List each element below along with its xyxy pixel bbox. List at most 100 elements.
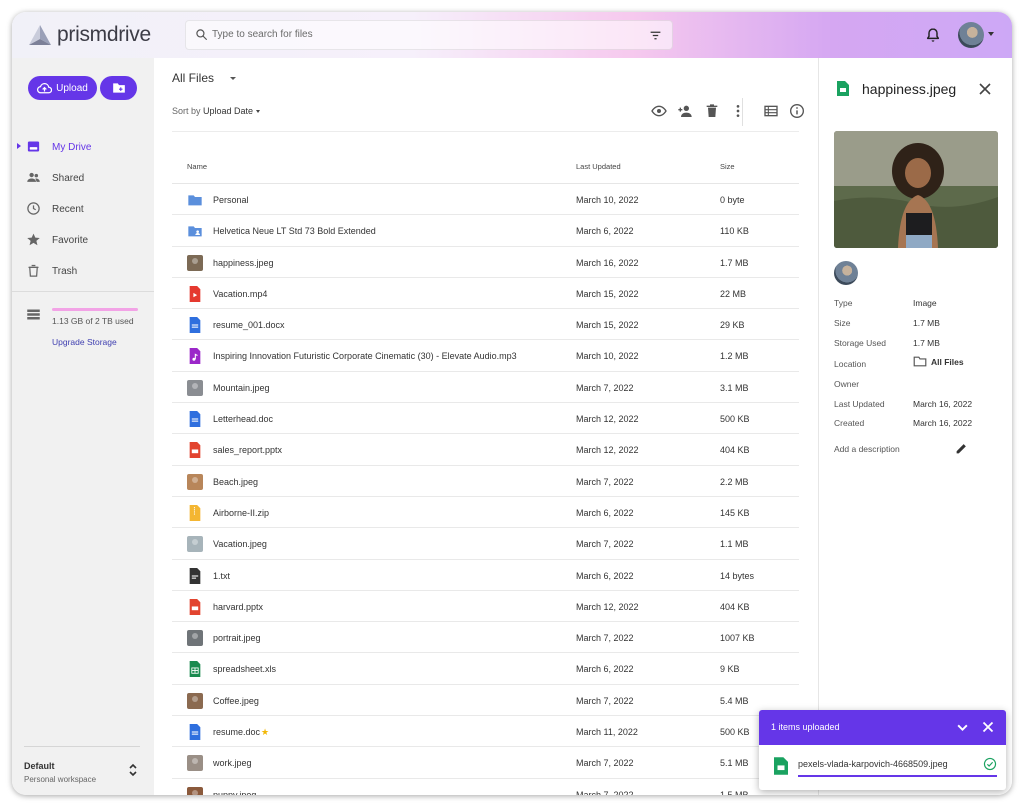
- info-icon[interactable]: [789, 103, 805, 119]
- file-name-text: portrait.jpeg: [213, 633, 261, 644]
- sidebar-item-label: Recent: [52, 204, 84, 215]
- file-name-text: Coffee.jpeg: [213, 695, 259, 706]
- column-header-size[interactable]: Size: [720, 162, 735, 171]
- chevron-down-icon[interactable]: [956, 721, 969, 734]
- image-thumbnail-icon: [187, 630, 203, 647]
- table-row[interactable]: 1.txt March 6, 2022 14 bytes: [172, 560, 799, 591]
- image-thumbnail-icon: [187, 692, 203, 709]
- search-bar[interactable]: Type to search for files: [185, 20, 673, 50]
- detail-value-last-updated: March 16, 2022: [913, 399, 973, 409]
- table-row[interactable]: Vacation.mp4 March 15, 2022 22 MB: [172, 278, 799, 310]
- search-input[interactable]: Type to search for files: [212, 29, 313, 40]
- file-name: Vacation.mp4: [213, 289, 267, 299]
- table-header: Name Last Updated Size: [172, 152, 799, 184]
- ppt-file-icon: [187, 442, 203, 459]
- sidebar: Upload My Drive Shared Recent Favorite T…: [12, 58, 154, 795]
- file-name-text: Mountain.jpeg: [213, 382, 270, 393]
- table-row[interactable]: Personal March 10, 2022 0 byte: [172, 184, 799, 216]
- file-name: Mountain.jpeg: [213, 383, 270, 393]
- table-row[interactable]: resume.doc★ March 11, 2022 500 KB: [172, 716, 799, 748]
- table-row[interactable]: resume_001.docx March 15, 2022 29 KB: [172, 309, 799, 341]
- workspace-name[interactable]: Default: [24, 761, 55, 771]
- table-row[interactable]: Mountain.jpeg March 7, 2022 3.1 MB: [172, 372, 799, 404]
- sidebar-item-favorite[interactable]: Favorite: [12, 227, 154, 253]
- table-row[interactable]: Inspiring Innovation Futuristic Corporat…: [172, 340, 799, 372]
- upload-button[interactable]: Upload: [28, 76, 97, 100]
- sidebar-item-trash[interactable]: Trash: [12, 258, 154, 284]
- close-icon[interactable]: [979, 83, 991, 95]
- file-name-text: spreadsheet.xls: [213, 664, 277, 675]
- description-input[interactable]: Add a description: [834, 444, 900, 454]
- sort-control[interactable]: Sort by Upload Date: [172, 106, 261, 116]
- table-row[interactable]: harvard.pptx March 12, 2022 404 KB: [172, 591, 799, 623]
- file-name: happiness.jpeg: [213, 258, 274, 268]
- image-preview[interactable]: [834, 131, 998, 248]
- file-name: Beach.jpeg: [213, 477, 258, 487]
- top-bar: prismdrive Type to search for files: [12, 12, 1012, 58]
- new-folder-button[interactable]: [100, 76, 137, 100]
- more-vert-icon[interactable]: [730, 103, 746, 119]
- list-view-icon[interactable]: [763, 103, 779, 119]
- sidebar-item-recent[interactable]: Recent: [12, 196, 154, 222]
- doc-file-icon: [187, 724, 203, 741]
- sidebar-item-shared[interactable]: Shared: [12, 165, 154, 191]
- file-size: 500 KB: [720, 727, 750, 738]
- chevron-down-icon[interactable]: [256, 110, 261, 114]
- file-size: 5.4 MB: [720, 695, 749, 706]
- sort-value[interactable]: Upload Date: [203, 106, 253, 116]
- table-row[interactable]: sales_report.pptx March 12, 2022 404 KB: [172, 434, 799, 466]
- column-header-name[interactable]: Name: [187, 162, 207, 171]
- chevron-down-icon[interactable]: [230, 77, 236, 80]
- file-last-updated: March 6, 2022: [576, 507, 634, 518]
- trash-icon[interactable]: [704, 103, 720, 119]
- table-row[interactable]: work.jpeg March 7, 2022 5.1 MB: [172, 747, 799, 779]
- file-name: sales_report.pptx: [213, 445, 282, 455]
- table-row[interactable]: spreadsheet.xls March 6, 2022 9 KB: [172, 653, 799, 685]
- file-last-updated: March 12, 2022: [576, 601, 639, 612]
- bell-icon[interactable]: [925, 27, 941, 43]
- file-last-updated: March 7, 2022: [576, 539, 634, 550]
- table-row[interactable]: Beach.jpeg March 7, 2022 2.2 MB: [172, 466, 799, 497]
- pencil-icon[interactable]: [955, 442, 968, 455]
- table-row[interactable]: Letterhead.doc March 12, 2022 500 KB: [172, 403, 799, 435]
- table-row[interactable]: Helvetica Neue LT Std 73 Bold Extended Ma…: [172, 215, 799, 247]
- page-title[interactable]: All Files: [172, 71, 214, 85]
- detail-label-size: Size: [834, 318, 851, 328]
- image-thumbnail-icon: [187, 379, 203, 396]
- logo[interactable]: prismdrive: [29, 23, 151, 47]
- filter-icon[interactable]: [649, 29, 662, 42]
- file-size: 1.1 MB: [720, 539, 749, 550]
- sidebar-item-label: Shared: [52, 173, 85, 184]
- folder-plus-icon: [112, 83, 125, 93]
- table-row[interactable]: Vacation.jpeg March 7, 2022 1.1 MB: [172, 528, 799, 560]
- detail-value-size: 1.7 MB: [913, 318, 940, 328]
- table-row[interactable]: happiness.jpeg March 16, 2022 1.7 MB: [172, 247, 799, 278]
- cloud-upload-icon: [37, 82, 53, 93]
- share-icon[interactable]: [677, 103, 693, 119]
- file-size: 14 bytes: [720, 570, 755, 581]
- chevron-down-icon[interactable]: [988, 32, 994, 36]
- app-window: prismdrive Type to search for files Uplo…: [12, 12, 1012, 795]
- file-size: 3.1 MB: [720, 382, 749, 393]
- trash-icon: [28, 264, 39, 277]
- column-header-updated[interactable]: Last Updated: [576, 162, 621, 171]
- avatar[interactable]: [958, 22, 984, 48]
- image-thumbnail-icon: [187, 536, 203, 553]
- detail-value-location[interactable]: All Files: [913, 356, 964, 367]
- table-row[interactable]: Airborne-II.zip March 6, 2022 145 KB: [172, 497, 799, 529]
- table-row[interactable]: Coffee.jpeg March 7, 2022 5.4 MB: [172, 685, 799, 717]
- table-row[interactable]: portrait.jpeg March 7, 2022 1007 KB: [172, 622, 799, 654]
- upgrade-storage-link[interactable]: Upgrade Storage: [52, 337, 117, 347]
- table-row[interactable]: puppy.jpeg March 7, 2022 1.5 MB: [172, 779, 799, 795]
- clock-icon: [27, 202, 40, 215]
- location-label: All Files: [931, 356, 964, 367]
- expand-caret-icon[interactable]: [17, 143, 21, 149]
- preview-icon[interactable]: [651, 103, 667, 119]
- upload-progress-bar: [798, 775, 997, 777]
- close-icon[interactable]: [982, 721, 994, 733]
- file-last-updated: March 11, 2022: [576, 727, 638, 738]
- sidebar-item-my-drive[interactable]: My Drive: [12, 134, 154, 160]
- file-name-text: Beach.jpeg: [213, 476, 259, 487]
- unfold-icon[interactable]: [128, 762, 138, 778]
- file-name: Coffee.jpeg: [213, 696, 259, 706]
